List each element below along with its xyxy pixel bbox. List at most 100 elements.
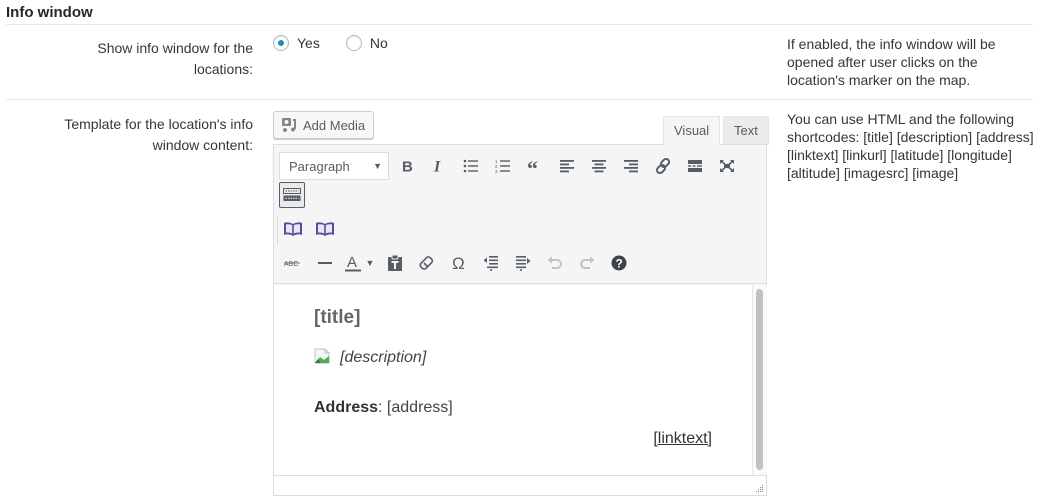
chevron-down-icon: ▼ bbox=[365, 258, 375, 268]
radio-yes-label: Yes bbox=[297, 35, 320, 51]
editor-statusbar bbox=[274, 475, 766, 495]
radio-yes-circle[interactable] bbox=[273, 35, 289, 51]
resize-handle-icon[interactable] bbox=[754, 483, 764, 493]
numbered-list-icon: 123 bbox=[495, 159, 510, 173]
add-media-button[interactable]: Add Media bbox=[273, 111, 375, 139]
indent-icon bbox=[516, 256, 531, 271]
editor: Paragraph ▼ B I 123 “ ABC A ▼ Ω ? [title… bbox=[273, 144, 767, 496]
media-icon bbox=[282, 118, 296, 132]
numbered-list-button[interactable]: 123 bbox=[489, 152, 517, 180]
clear-formatting-icon bbox=[419, 256, 434, 270]
italic-button[interactable]: I bbox=[425, 152, 453, 180]
align-center-button[interactable] bbox=[585, 152, 613, 180]
template-description: You can use HTML and the following short… bbox=[787, 111, 1034, 181]
horizontal-line-icon bbox=[318, 262, 332, 264]
address-separator: : bbox=[378, 399, 387, 416]
tab-visual[interactable]: Visual bbox=[663, 116, 721, 145]
bullet-list-icon bbox=[463, 159, 478, 173]
toolbar-group-separator bbox=[277, 215, 278, 245]
read-more-icon bbox=[688, 160, 702, 172]
horizontal-line-button[interactable] bbox=[311, 249, 339, 277]
outdent-button[interactable] bbox=[477, 249, 505, 277]
toolbar-toggle-icon bbox=[283, 188, 301, 201]
show-info-window-label: Show info window for the locations: bbox=[97, 40, 253, 77]
section-title: Info window bbox=[6, 4, 93, 21]
align-center-icon bbox=[592, 160, 606, 173]
svg-text:?: ? bbox=[616, 257, 623, 271]
book-icon bbox=[316, 222, 334, 236]
toolbar-row-1: Paragraph ▼ B I 123 “ bbox=[279, 152, 745, 180]
redo-icon bbox=[580, 256, 595, 269]
bullet-list-button[interactable] bbox=[457, 152, 485, 180]
align-right-icon bbox=[624, 160, 638, 173]
divider bbox=[6, 99, 1033, 100]
text-color-icon: A bbox=[345, 254, 361, 272]
paste-as-text-button[interactable] bbox=[381, 249, 409, 277]
link-icon bbox=[655, 157, 671, 175]
content-link[interactable]: [linktext] bbox=[653, 430, 712, 448]
bold-icon: B bbox=[402, 159, 413, 173]
fullscreen-button[interactable] bbox=[713, 152, 741, 180]
book-button-1[interactable] bbox=[279, 215, 307, 243]
special-character-button[interactable]: Ω bbox=[445, 249, 473, 277]
chevron-down-icon: ▼ bbox=[373, 161, 382, 171]
add-media-label: Add Media bbox=[303, 117, 366, 133]
editor-content[interactable]: [title] [description] Address: [address]… bbox=[274, 285, 752, 475]
radio-selected-dot bbox=[278, 40, 284, 46]
insert-link-button[interactable] bbox=[649, 152, 677, 180]
italic-icon: I bbox=[433, 159, 441, 173]
align-left-icon bbox=[560, 160, 574, 173]
format-select-value: Paragraph bbox=[289, 158, 350, 174]
tab-text[interactable]: Text bbox=[723, 116, 769, 145]
svg-text:A: A bbox=[347, 254, 357, 271]
undo-icon bbox=[547, 256, 562, 269]
undo-button[interactable] bbox=[541, 249, 569, 277]
paste-text-icon bbox=[388, 255, 402, 271]
toolbar-row-3 bbox=[279, 215, 343, 243]
radio-no-circle[interactable] bbox=[345, 35, 362, 51]
svg-text:ABC: ABC bbox=[284, 261, 298, 268]
text-color-dropdown[interactable]: ▼ bbox=[363, 249, 377, 277]
blockquote-button[interactable]: “ bbox=[521, 152, 549, 180]
indent-button[interactable] bbox=[509, 249, 537, 277]
template-label: Template for the location's info window … bbox=[64, 116, 253, 153]
strikethrough-icon: ABC bbox=[284, 261, 300, 268]
redo-button[interactable] bbox=[573, 249, 601, 277]
toolbar-toggle-button[interactable] bbox=[279, 182, 305, 208]
show-info-window-description: If enabled, the info window will be open… bbox=[787, 36, 996, 88]
editor-toolbar: Paragraph ▼ B I 123 “ ABC A ▼ Ω ? bbox=[274, 145, 766, 284]
editor-scrollbar[interactable] bbox=[752, 285, 767, 475]
help-icon: ? bbox=[611, 255, 627, 271]
address-label: Address bbox=[314, 399, 379, 416]
svg-text:3: 3 bbox=[495, 169, 498, 173]
text-color-button[interactable]: A bbox=[343, 249, 363, 277]
format-select[interactable]: Paragraph ▼ bbox=[279, 152, 389, 180]
align-right-button[interactable] bbox=[617, 152, 645, 180]
content-address: Address: [address] bbox=[314, 399, 453, 417]
toolbar-row-2 bbox=[279, 182, 309, 208]
help-button[interactable]: ? bbox=[605, 249, 633, 277]
broken-image-icon bbox=[314, 348, 330, 364]
book-icon bbox=[284, 222, 302, 236]
strikethrough-button[interactable]: ABC bbox=[279, 249, 307, 277]
clear-formatting-button[interactable] bbox=[413, 249, 441, 277]
svg-text:B: B bbox=[402, 159, 413, 173]
show-info-window-radio-group: Yes No bbox=[273, 35, 414, 51]
read-more-button[interactable] bbox=[681, 152, 709, 180]
svg-text:Ω: Ω bbox=[452, 255, 465, 271]
toolbar-row-4: ABC A ▼ Ω ? bbox=[279, 249, 637, 277]
align-left-button[interactable] bbox=[553, 152, 581, 180]
book-button-2[interactable] bbox=[311, 215, 339, 243]
content-description: [description] bbox=[340, 349, 427, 366]
radio-no[interactable]: No bbox=[345, 35, 388, 51]
blockquote-icon: “ bbox=[527, 159, 538, 173]
content-title: [title] bbox=[314, 307, 361, 328]
radio-yes[interactable]: Yes bbox=[273, 35, 320, 51]
fullscreen-icon bbox=[720, 160, 734, 172]
divider bbox=[6, 24, 1033, 25]
bold-button[interactable]: B bbox=[393, 152, 421, 180]
special-character-icon: Ω bbox=[452, 255, 465, 271]
svg-text:I: I bbox=[433, 159, 441, 173]
scrollbar-thumb[interactable] bbox=[756, 289, 763, 470]
address-value: [address] bbox=[386, 399, 453, 416]
